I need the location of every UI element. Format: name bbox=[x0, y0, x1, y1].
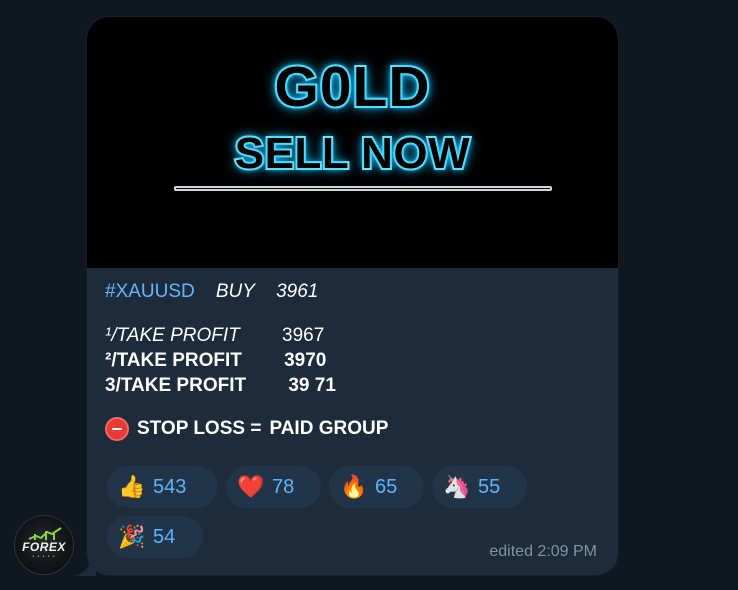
reaction-fire[interactable]: 🔥 65 bbox=[329, 466, 424, 508]
hashtag-link[interactable]: #XAUUSD bbox=[105, 281, 195, 302]
take-profit-3-value: 39 71 bbox=[288, 375, 336, 396]
tp3-gap bbox=[251, 375, 283, 396]
avatar-brand: FOREX bbox=[22, 540, 66, 554]
reaction-count: 543 bbox=[153, 475, 187, 498]
signal-title: #XAUUSD BUY 3961 bbox=[105, 280, 601, 304]
party-popper-icon: 🎉 bbox=[118, 524, 146, 549]
stop-loss-line: STOP LOSS = PAID GROUP bbox=[105, 416, 601, 442]
tp1-gap bbox=[245, 325, 277, 346]
avatar-decoration: • • • • • bbox=[32, 554, 56, 560]
reaction-count: 78 bbox=[272, 475, 295, 498]
reaction-unicorn[interactable]: 🦄 55 bbox=[432, 466, 527, 508]
message-tail bbox=[74, 552, 96, 576]
title-spacer bbox=[200, 281, 211, 302]
stop-loss-value: PAID GROUP bbox=[269, 418, 389, 439]
reaction-count: 65 bbox=[375, 475, 398, 498]
take-profit-2-label: ²/TAKE PROFIT bbox=[105, 350, 242, 371]
reaction-thumbs-up[interactable]: 👍 543 bbox=[107, 466, 218, 508]
unicorn-icon: 🦄 bbox=[443, 474, 471, 499]
message-bubble[interactable]: G0LD SELL NOW #XAUUSD BUY 3961 ¹/TAKE PR… bbox=[87, 17, 618, 575]
edited-timestamp: edited 2:09 PM bbox=[489, 543, 597, 560]
neon-progress-bar bbox=[174, 186, 552, 191]
thumbs-up-icon: 👍 bbox=[118, 474, 146, 499]
take-profit-1-label: ¹/TAKE PROFIT bbox=[105, 325, 240, 346]
message-text: #XAUUSD BUY 3961 ¹/TAKE PROFIT 3967 ²/TA… bbox=[105, 280, 601, 442]
reaction-row-1: 👍 543 ❤️ 78 🔥 65 🦄 55 bbox=[107, 466, 587, 508]
message-image[interactable]: G0LD SELL NOW bbox=[87, 17, 618, 268]
stop-loss-label: STOP LOSS = bbox=[137, 418, 262, 439]
take-profit-3-line: 3/TAKE PROFIT 39 71 bbox=[105, 373, 601, 398]
take-profit-1-line: ¹/TAKE PROFIT 3967 bbox=[105, 323, 601, 348]
take-profit-1-value: 3967 bbox=[282, 325, 325, 346]
reaction-count: 55 bbox=[478, 475, 501, 498]
chat-screen: G0LD SELL NOW #XAUUSD BUY 3961 ¹/TAKE PR… bbox=[0, 0, 738, 590]
sell-now-neon-text: SELL NOW bbox=[233, 129, 472, 178]
take-profit-3-label: 3/TAKE PROFIT bbox=[105, 375, 247, 396]
tp2-gap bbox=[247, 350, 279, 371]
signal-action: BUY bbox=[215, 281, 255, 302]
signal-price: 3961 bbox=[276, 281, 319, 302]
take-profit-2-line: ²/TAKE PROFIT 3970 bbox=[105, 348, 601, 373]
title-spacer-2 bbox=[260, 281, 271, 302]
reaction-heart[interactable]: ❤️ 78 bbox=[226, 466, 321, 508]
fire-icon: 🔥 bbox=[340, 474, 368, 499]
channel-avatar[interactable]: FOREX • • • • • bbox=[14, 515, 74, 575]
heart-icon: ❤️ bbox=[237, 474, 265, 499]
take-profit-2-value: 3970 bbox=[284, 350, 327, 371]
reaction-party-popper[interactable]: 🎉 54 bbox=[107, 516, 203, 558]
gold-neon-title: G0LD bbox=[272, 55, 431, 119]
reaction-count: 54 bbox=[153, 525, 176, 548]
stop-sign-icon bbox=[105, 417, 129, 441]
image-bottom-shadow bbox=[87, 253, 618, 268]
